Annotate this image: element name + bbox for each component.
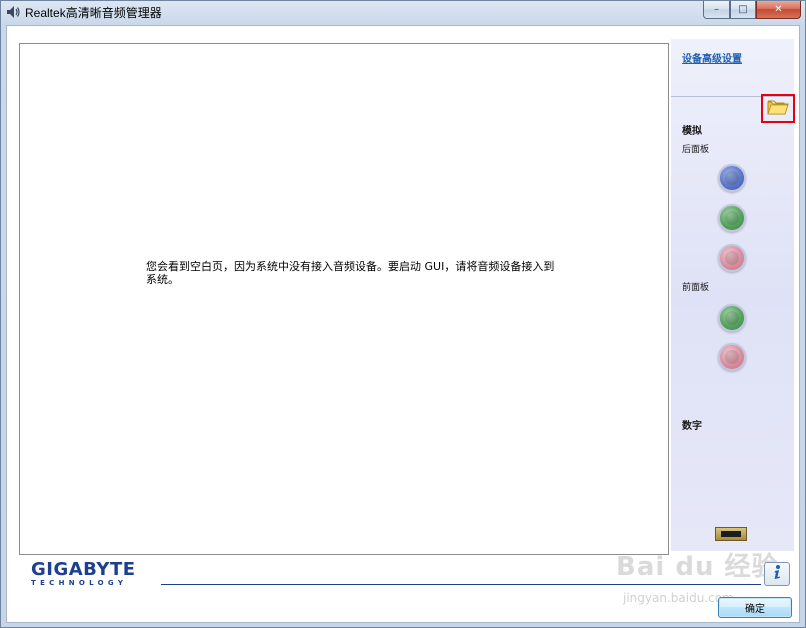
- logo-sub-text: TECHNOLOGY: [31, 579, 128, 587]
- rear-jack-blue[interactable]: [718, 164, 746, 192]
- ok-button[interactable]: 确定: [718, 597, 792, 618]
- empty-page-message: 您会看到空白页，因为系统中没有接入音频设备。要启动 GUI，请将音频设备接入到系…: [146, 260, 555, 286]
- maximize-icon: □: [738, 4, 748, 15]
- maximize-button[interactable]: □: [730, 1, 756, 19]
- app-window: Realtek高清晰音频管理器 – □ ✕ 您会看到空白页，因为系统中没有接入音…: [0, 0, 806, 628]
- main-content-panel: 您会看到空白页，因为系统中没有接入音频设备。要启动 GUI，请将音频设备接入到系…: [19, 43, 669, 555]
- title-bar[interactable]: Realtek高清晰音频管理器 – □ ✕: [1, 1, 805, 23]
- rear-panel-label: 后面板: [682, 145, 710, 155]
- minimize-button[interactable]: –: [703, 1, 730, 19]
- speaker-icon: [5, 4, 21, 20]
- close-icon: ✕: [774, 4, 783, 15]
- info-icon: [770, 564, 784, 584]
- front-panel-label: 前面板: [682, 283, 710, 293]
- close-button[interactable]: ✕: [756, 1, 801, 19]
- rear-jack-pink[interactable]: [718, 244, 746, 272]
- window-title: Realtek高清晰音频管理器: [25, 6, 162, 20]
- front-jack-pink[interactable]: [718, 343, 746, 371]
- info-button[interactable]: [764, 562, 790, 586]
- rear-jack-green[interactable]: [718, 204, 746, 232]
- gigabyte-logo: GIGABYTE TECHNOLOGY: [31, 559, 136, 587]
- folder-icon: [767, 98, 789, 120]
- digital-output-port[interactable]: [715, 527, 747, 541]
- footer-divider: [161, 584, 761, 585]
- analog-section-label: 模拟: [682, 126, 702, 137]
- front-jack-green[interactable]: [718, 304, 746, 332]
- digital-section-label: 数字: [682, 421, 702, 432]
- logo-main-text: GIGABYTE: [31, 559, 136, 580]
- connector-settings-button[interactable]: [761, 94, 795, 123]
- device-advanced-settings-link[interactable]: 设备高级设置: [682, 50, 742, 65]
- minimize-icon: –: [714, 4, 719, 15]
- watermark-text: Bai du 经验: [616, 552, 779, 582]
